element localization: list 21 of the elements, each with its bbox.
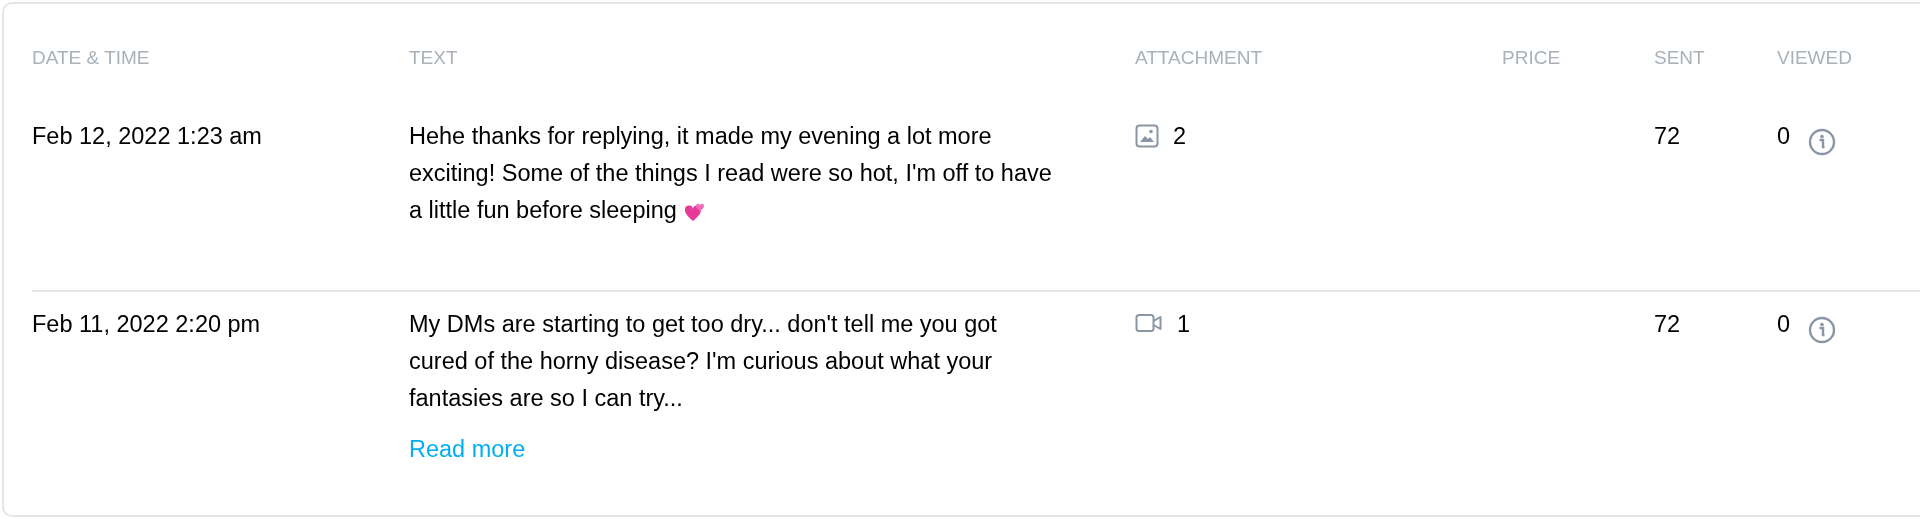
image-icon [1135, 124, 1159, 148]
viewed-count: 0 [1777, 122, 1791, 151]
info-icon [1808, 128, 1837, 156]
info-icon [1808, 316, 1837, 344]
sent-count: 72 [1654, 311, 1681, 337]
read-more-link[interactable]: Read more [409, 431, 526, 468]
date-time-text: Feb 11, 2022 2:20 pm [32, 311, 261, 337]
column-header[interactable]: DATE & TIME [32, 47, 150, 68]
column-header[interactable]: PRICE [1502, 47, 1561, 68]
message-text: Hehe thanks for replying, it made my evening a lot more exciting! Some of the things I read were so hot, I'm off to have a little fun before sleeping [409, 122, 1053, 225]
viewed-count: 0 [1777, 310, 1791, 339]
column-header[interactable]: SENT [1654, 47, 1705, 68]
attachment-count: 1 [1177, 310, 1191, 339]
video-icon [1135, 312, 1163, 334]
attachment-count: 2 [1173, 122, 1187, 151]
column-header[interactable]: ATTACHMENT [1135, 47, 1262, 68]
column-header[interactable]: TEXT [409, 47, 458, 68]
message-text: My DMs are starting to get too dry... don't tell me you got cured of the horny disease? I'm curious about what your fantasies are so I can try... [409, 310, 998, 413]
date-time-text: Feb 12, 2022 1:23 am [32, 123, 262, 149]
column-header[interactable]: VIEWED [1777, 47, 1852, 68]
sent-count: 72 [1654, 123, 1681, 149]
